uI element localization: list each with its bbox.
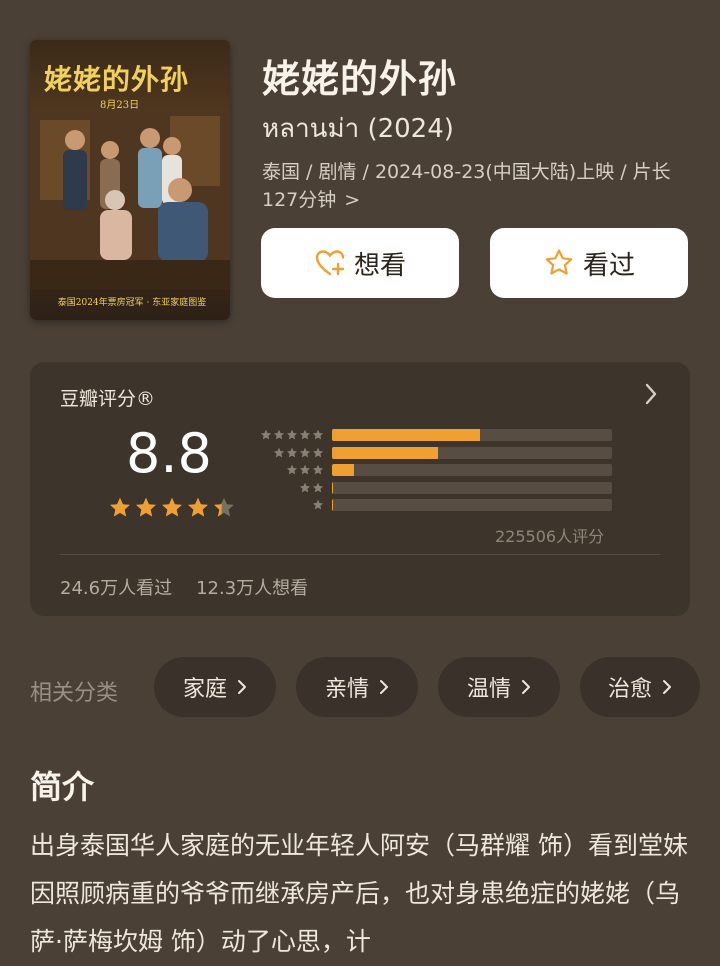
distribution-star-label (252, 429, 324, 441)
poster-tagline: 泰国2024年票房冠军 · 东亚家庭图鉴 (57, 298, 207, 308)
rating-count: 225506人评分 (495, 527, 605, 546)
chevron-right-icon (380, 680, 388, 694)
distribution-star-label (252, 464, 324, 476)
rating-star-icon (162, 497, 182, 517)
small-star-icon (300, 429, 310, 440)
distribution-star-label (252, 499, 324, 511)
distribution-bar (332, 446, 439, 459)
want-label: 想看 (353, 250, 406, 281)
small-star-icon (300, 482, 310, 492)
movie-title: 姥姥的外孙 (262, 57, 458, 101)
chevron-right-icon (663, 680, 671, 694)
distribution-track (332, 446, 612, 459)
small-star-icon (287, 429, 297, 440)
small-star-icon (261, 429, 271, 440)
chip-label: 亲情 (324, 677, 369, 702)
distribution-track (332, 429, 612, 441)
poster-family-illustration (30, 110, 230, 290)
movie-poster[interactable]: 姥姥的外孙 8月23日 泰国2024年票房冠军 · 东亚家庭图鉴 (30, 40, 230, 320)
movie-original-title: หลานม่า (2024) (262, 114, 454, 144)
rating-distribution-row (252, 481, 612, 494)
want-count: 12.3万人想看 (196, 578, 309, 599)
rating-distribution-row (252, 499, 612, 511)
distribution-star-label (252, 447, 324, 459)
seen-count: 24.6万人看过 (60, 578, 173, 599)
small-star-icon (287, 447, 297, 457)
distribution-bar (332, 499, 334, 511)
category-chip-family[interactable]: 家庭 (154, 657, 276, 717)
chevron-right-icon[interactable] (644, 382, 658, 406)
rating-divider (60, 554, 660, 555)
small-star-icon (313, 499, 323, 510)
chevron-right-icon (238, 680, 246, 694)
small-star-icon (274, 447, 284, 457)
distribution-track (332, 481, 612, 494)
rating-star-icon (188, 497, 208, 517)
chip-label: 家庭 (182, 677, 227, 702)
rating-star-icon (136, 497, 156, 517)
chevron-right-icon (522, 680, 530, 694)
meta-chevron-icon: > (344, 189, 361, 211)
movie-meta-info[interactable]: 泰国 / 剧情 / 2024-08-23(中国大陆)上映 / 片长127分钟 > (262, 158, 692, 214)
distribution-bar (332, 464, 355, 476)
poster-release-date: 8月23日 (100, 100, 140, 111)
chip-label: 温情 (466, 677, 511, 702)
small-star-icon (313, 447, 323, 457)
chip-label: 治愈 (607, 677, 652, 702)
distribution-bar (332, 481, 334, 494)
small-star-icon (313, 482, 323, 492)
small-star-icon (287, 464, 297, 475)
intro-text: 出身泰国华人家庭的无业年轻人阿安（马群耀 饰）看到堂妹因照顾病重的爷爷而继承房产… (30, 831, 688, 956)
category-chip-kinship[interactable]: 亲情 (296, 657, 418, 717)
category-chip-warmth[interactable]: 温情 (438, 657, 560, 717)
movie-meta-text: 泰国 / 剧情 / 2024-08-23(中国大陆)上映 / 片长127分钟 (262, 161, 671, 211)
category-chip-healing[interactable]: 治愈 (580, 657, 700, 717)
poster-title-art: 姥姥的外孙 (44, 63, 190, 96)
seen-label: 看过 (582, 250, 635, 281)
want-to-watch-button[interactable]: 想看 (261, 228, 459, 298)
watched-button[interactable]: 看过 (490, 228, 688, 298)
rating-stars (108, 496, 236, 520)
watch-stats: 24.6万人看过 12.3万人想看 (60, 574, 308, 600)
small-star-icon (300, 447, 310, 457)
rating-distribution-row (252, 429, 612, 441)
small-star-icon (313, 464, 323, 475)
rating-card[interactable]: 豆瓣评分® 8.8 225506人评分 24.6万人看过 12.3万人想看 (30, 362, 690, 616)
distribution-star-label (252, 482, 324, 494)
star-outline-icon (545, 249, 573, 275)
rating-title: 豆瓣评分® (60, 388, 156, 410)
distribution-track (332, 464, 612, 476)
rating-star-icon (214, 497, 234, 517)
rating-distribution-row (252, 446, 612, 459)
intro-heading: 简介 (30, 768, 95, 806)
rating-score: 8.8 (126, 422, 212, 485)
distribution-bar (332, 429, 481, 441)
distribution-track (332, 499, 612, 511)
rating-distribution-row (252, 464, 612, 476)
categories-label: 相关分类 (30, 681, 119, 706)
rating-star-icon (110, 497, 130, 517)
heart-plus-icon (315, 250, 345, 276)
small-star-icon (313, 429, 323, 440)
small-star-icon (300, 464, 310, 475)
small-star-icon (274, 429, 284, 440)
